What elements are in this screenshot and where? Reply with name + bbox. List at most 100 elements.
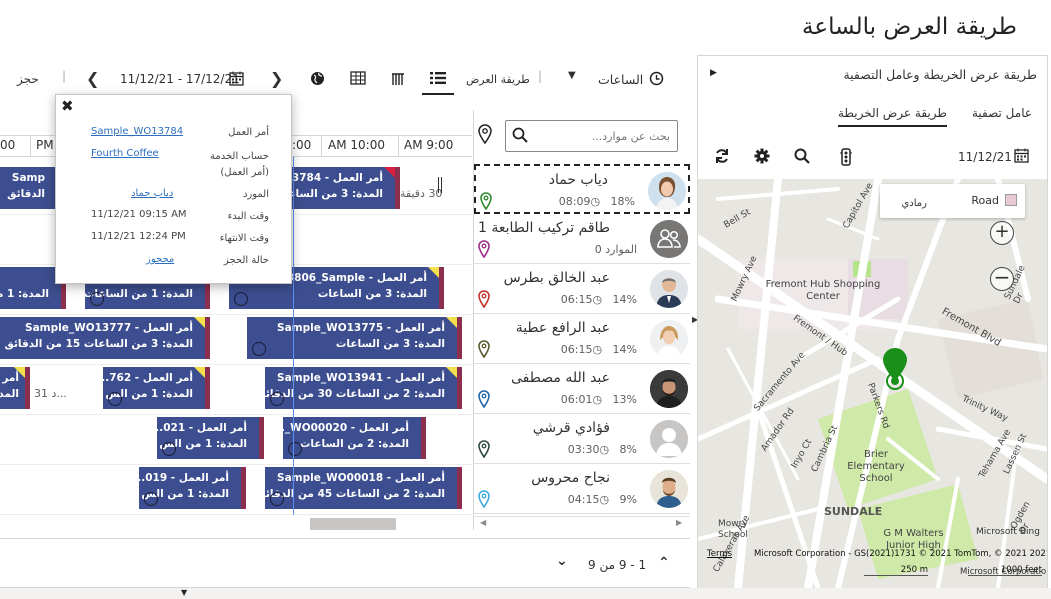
booking-duration: المدة: 3 من الساعات 15 من الدقائق [4,338,194,350]
resource-name: دياب حماد [548,172,608,188]
chevron-up-icon[interactable]: ⌃ [658,555,670,571]
map-date[interactable]: 11/12/21 [958,150,1012,164]
booking-card[interactable]: أمر العمل - Sample_WO13777 المدة: 3 من ا… [0,317,210,359]
scrollbar-thumb[interactable] [310,518,396,530]
chevron-down-icon[interactable]: ▼ [181,588,187,597]
booking-duration: المدة: 3 من الساعات [335,338,445,350]
clock-icon [252,342,266,356]
map-pin-icon[interactable] [478,290,490,312]
resource-row[interactable]: عبد الله مصطفى 06:01◷ 13% [474,364,690,414]
clock-icon [162,442,176,456]
booking-card[interactable]: Samp الدقائق [0,167,62,209]
vertical-view-icon[interactable] [391,71,405,89]
resource-row[interactable]: عبد الرافع عطية 06:15◷ 14% [474,314,690,364]
close-icon[interactable]: ✖ [61,97,74,115]
traffic-light-icon[interactable] [840,148,852,166]
booking-title: أمر العمل - Sample_WO13941 [277,372,445,384]
globe-icon[interactable] [310,71,325,89]
status-flag [194,367,205,379]
resource-search-box[interactable] [505,120,678,152]
map-pin-filter-icon[interactable] [478,124,492,148]
list-view-tab[interactable] [422,67,454,95]
previous-range-icon[interactable]: ❮ [86,69,99,88]
tab-filter[interactable]: عامل تصفية [972,106,1032,120]
hours-dropdown[interactable]: الساعات [598,72,643,87]
booking-title: أمر العمل - 762... [103,372,193,384]
map-copyright: Microsoft Corporation - GS(2021)1731 © 2… [754,549,1047,559]
chevron-down-icon[interactable]: ▼ [568,70,576,81]
scroll-right-icon[interactable]: ▶ [676,518,682,527]
search-input[interactable] [530,121,670,151]
map-type-aerial[interactable]: رمادي [901,198,927,209]
clock-icon [270,492,284,506]
chevron-down-icon[interactable]: ⌄ [556,553,568,569]
calendar-icon[interactable] [229,71,244,89]
booking-card[interactable]: أمر العمل - 762... المدة: 1 من الس [103,367,210,409]
bottom-panel-handle[interactable]: ▼ [0,588,1051,599]
booking-card[interactable]: أمر العمل - 021... المدة: 1 من الس [157,417,264,459]
resource-name: عبد الله مصطفى [511,370,610,386]
map-type-switcher[interactable]: Road رمادي [880,184,1025,218]
map-pin-icon[interactable] [478,390,490,412]
end-time-value: 11/12/21 12:24 PM [91,231,186,242]
booking-status-link[interactable]: محجوز [146,254,174,265]
horizontal-scrollbar[interactable] [0,515,472,530]
toolbar-divider: | [62,69,67,83]
booking-card[interactable]: أمر العمل - 019... المدة: 1 من الس [139,467,246,509]
map-pin-icon[interactable] [480,192,492,214]
booking-card[interactable]: أمر المدة [0,367,30,409]
work-order-link[interactable]: Sample_WO13784 [91,126,183,137]
booking-title: أمر العمل - WO00020_... [283,422,409,434]
road-style-icon[interactable] [1005,194,1017,206]
page-title: طريقة العرض بالساعة [802,14,1017,40]
time-tick: AM 9:00 [404,138,454,152]
resource-row[interactable]: دياب حماد 08:09◷ 18% [474,164,690,214]
booking-card[interactable]: أمر العمل - Sample_WO00018 المدة: 2 من ا… [265,467,462,509]
tab-map-view[interactable]: طريقة عرض الخريطة [838,106,947,127]
booking-card[interactable]: أمر العمل - Sample_WO13775 المدة: 3 من ا… [247,317,462,359]
service-account-link[interactable]: Fourth Coffee [91,148,159,159]
book-button[interactable]: حجز [17,72,39,86]
time-tick: 00 [0,138,16,152]
drag-handle[interactable] [438,177,442,193]
table-view-icon[interactable] [350,71,366,88]
time-tick: PM [36,138,54,152]
map-type-road[interactable]: Road [971,194,999,207]
map-pin-icon[interactable] [478,440,490,462]
booking-card[interactable]: أمر العمل - WO00020_... المدة: 2 من السا… [283,417,426,459]
search-icon[interactable] [512,127,528,143]
collapse-panel-icon[interactable]: ▶ [710,68,717,78]
map-pin-icon[interactable] [478,490,490,512]
calendar-icon[interactable] [1014,148,1029,163]
resource-link[interactable]: دياب حماد [131,188,173,199]
booking-card[interactable]: أمر العمل - Sample_WO13941 المدة: 2 من ا… [265,367,462,409]
resource-list: دياب حماد 08:09◷ 18% طاقم تركيب الطابعة … [473,110,698,530]
bing-logo: Microsoft Bing [976,527,1040,537]
scroll-left-icon[interactable]: ◀ [480,518,486,527]
popup-label: وقت الانتهاء [219,233,269,244]
search-icon[interactable] [794,148,810,164]
resource-row[interactable]: عبد الخالق بطرس 06:15◷ 14% [474,264,690,314]
map-pin-icon[interactable] [478,340,490,362]
map-filter-panel: ▶ طريقة عرض الخريطة وعامل التصفية عامل ت… [697,55,1048,588]
resource-row[interactable]: نجاح محروس 04:15◷ 9% [474,464,690,514]
booking-title: أمر العمل - Sample_WO13775 [277,322,445,334]
popup-label: حالة الحجز [223,255,269,266]
resource-name: طاقم تركيب الطابعة 1 [477,220,610,236]
toolbar-divider: | [538,69,543,83]
next-range-icon[interactable]: ❯ [270,69,283,88]
status-flag [384,167,395,179]
resource-scrollbar[interactable]: ◀ ▶ [474,516,690,530]
resource-row[interactable]: فؤادي قرشي 03:30◷ 8% [474,414,690,464]
popup-label: وقت البدء [227,211,269,222]
terms-link[interactable]: Terms [707,549,732,559]
map-pin-icon[interactable] [478,240,490,262]
date-range-label[interactable]: 11/12/21 - 17/12/21 [120,72,240,86]
gear-icon[interactable] [754,148,770,164]
resource-row[interactable]: طاقم تركيب الطابعة 1 0 الموارد [474,214,690,264]
refresh-icon[interactable] [714,148,730,164]
zoom-in-icon[interactable]: + [990,221,1014,245]
map-canvas[interactable]: Fremont Hub Shopping Center Fremont Blvd… [698,179,1047,588]
zoom-out-icon[interactable]: − [990,267,1014,291]
scale-metric: 250 m [864,565,928,576]
